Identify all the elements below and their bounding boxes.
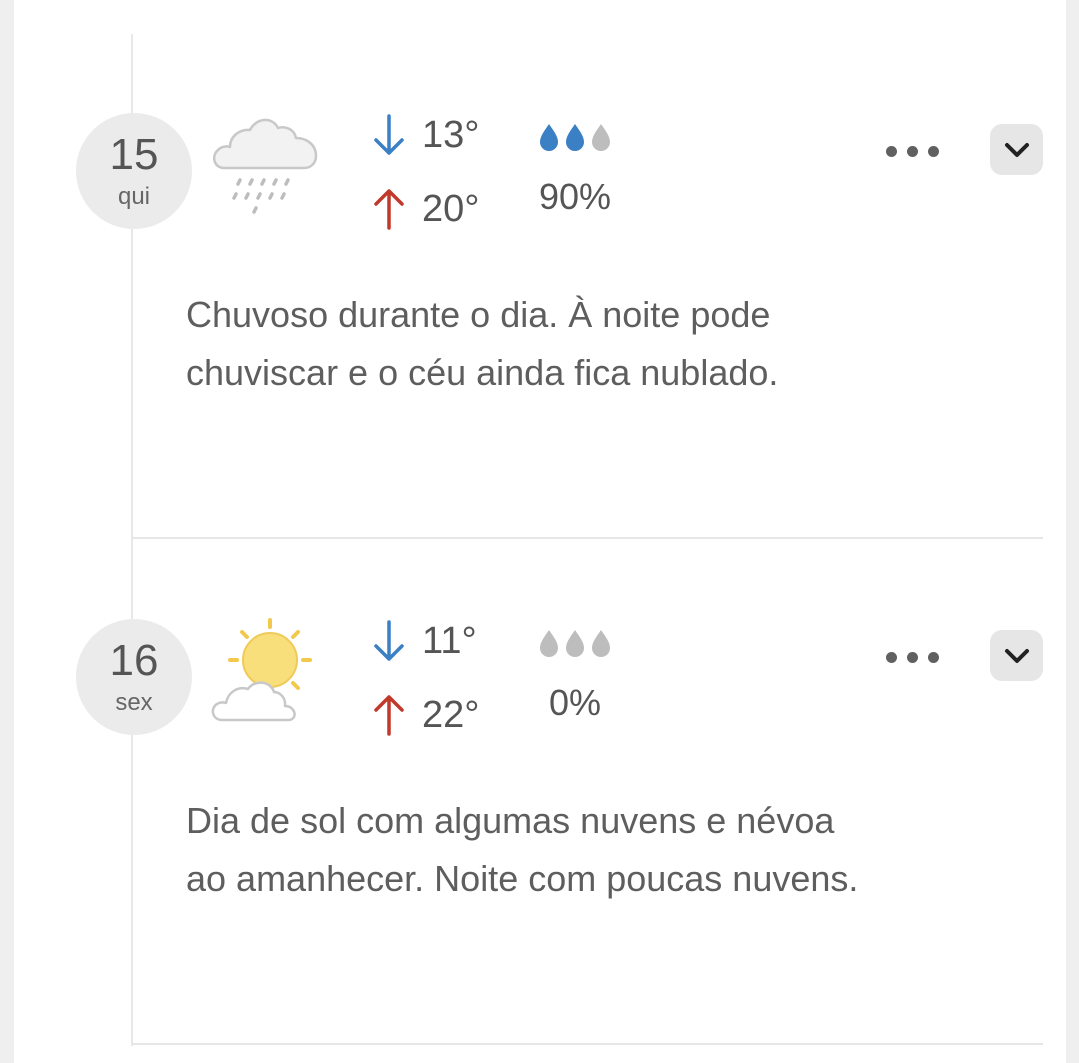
- forecast-description: Dia de sol com algumas nuvens e névoa ao…: [186, 800, 859, 899]
- day-number: 15: [109, 130, 159, 179]
- forecast-day: 16 sex 11° 22° 0% Dia de sol com algumas…: [0, 540, 1079, 1045]
- divider: [131, 1043, 1043, 1045]
- rain-chance: 90%: [538, 176, 612, 217]
- weekday: sex: [115, 689, 153, 716]
- dot-icon: [927, 651, 939, 663]
- divider: [131, 537, 1043, 539]
- temp-max: 20°: [372, 184, 479, 234]
- temp-min: 11°: [372, 616, 477, 666]
- chevron-down-icon: [1004, 142, 1029, 157]
- temp-min-value: 11°: [422, 619, 477, 662]
- more-options-button[interactable]: [878, 136, 946, 166]
- arrow-up-icon: [374, 189, 404, 230]
- arrow-down-icon: [374, 114, 404, 155]
- rain-drops-icon: [540, 630, 610, 657]
- dot-icon: [927, 145, 939, 157]
- expand-button[interactable]: [990, 630, 1043, 681]
- temp-min-value: 13°: [422, 113, 480, 156]
- temp-max-value: 22°: [422, 693, 480, 736]
- day-number: 16: [109, 636, 159, 685]
- date-badge: 16 sex: [76, 619, 192, 735]
- temp-min: 13°: [372, 110, 479, 160]
- dot-icon: [906, 651, 918, 663]
- forecast-day: 15 qui 13° 20° 90% Chuvoso durante o dia…: [0, 34, 1079, 539]
- weekday: qui: [117, 183, 151, 210]
- date-badge: 15 qui: [76, 113, 192, 229]
- chevron-down-icon: [1004, 648, 1029, 663]
- rain-chance: 0%: [548, 682, 602, 723]
- sun-with-cloud-icon: [211, 618, 312, 722]
- more-options-button[interactable]: [878, 642, 946, 672]
- expand-button[interactable]: [990, 124, 1043, 175]
- dot-icon: [906, 145, 918, 157]
- rain-drops-icon: [540, 124, 610, 151]
- dot-icon: [885, 145, 897, 157]
- dot-icon: [885, 651, 897, 663]
- rain-cloud-icon: [212, 118, 318, 214]
- arrow-up-icon: [374, 695, 404, 736]
- temp-max: 22°: [372, 690, 479, 740]
- temp-max-value: 20°: [422, 187, 480, 230]
- forecast-description: Chuvoso durante o dia. À noite pode chuv…: [186, 294, 779, 393]
- arrow-down-icon: [374, 620, 404, 661]
